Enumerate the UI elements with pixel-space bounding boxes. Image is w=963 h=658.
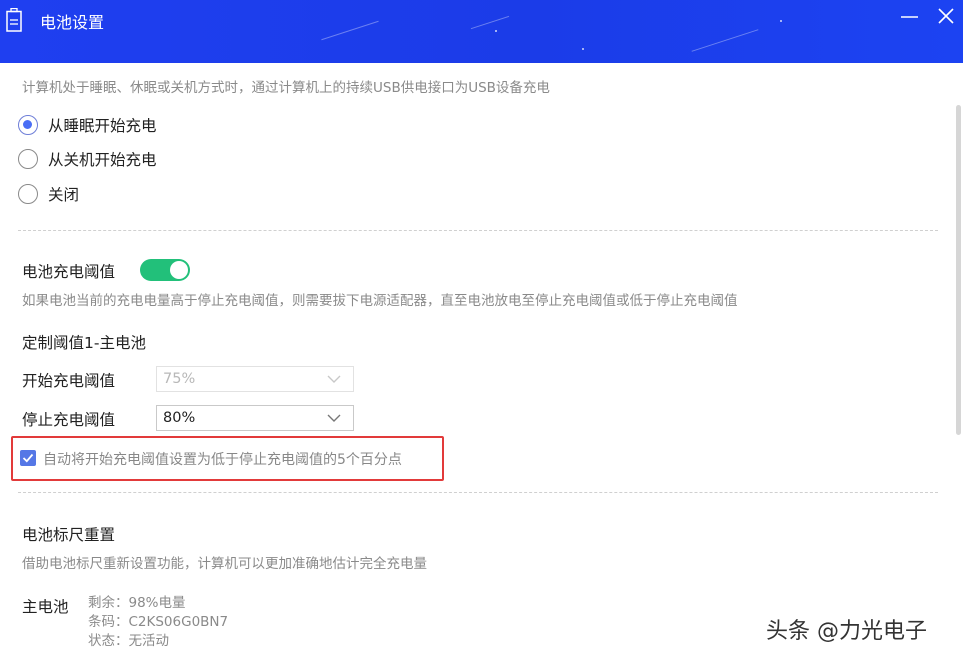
window-title: 电池设置 [40, 13, 105, 32]
radio-label: 从关机开始充电 [48, 151, 157, 169]
battery-remaining: 剩余：98%电量 [88, 595, 186, 611]
radio-charge-from-shutdown[interactable]: 从关机开始充电 [18, 149, 157, 171]
vertical-scrollbar[interactable] [956, 105, 961, 435]
radio-label: 关闭 [48, 186, 80, 204]
checkmark-icon [22, 453, 34, 463]
decor-star [582, 48, 584, 50]
battery-icon [6, 8, 22, 32]
radio-circle [18, 149, 38, 169]
close-icon [938, 8, 954, 24]
chevron-down-icon [327, 414, 341, 422]
decor-streak [691, 29, 759, 52]
title-bar: 电池设置 [0, 0, 963, 63]
custom-threshold-title: 定制阈值1-主电池 [22, 334, 146, 352]
radio-charge-from-sleep[interactable]: 从睡眠开始充电 [18, 115, 157, 137]
stop-threshold-value: 80% [163, 410, 196, 426]
threshold-description: 如果电池当前的充电电量高于停止充电阈值，则需要拔下电源适配器，直至电池放电至停止… [22, 293, 738, 309]
threshold-toggle[interactable] [140, 259, 190, 281]
main-battery-label: 主电池 [22, 598, 69, 616]
decor-streak [321, 20, 379, 41]
section-divider [18, 230, 938, 231]
battery-status: 状态：无活动 [88, 633, 169, 649]
gauge-reset-description: 借助电池标尺重新设置功能，计算机可以更加准确地估计完全充电量 [22, 556, 427, 572]
start-threshold-value: 75% [163, 371, 196, 387]
settings-content: 计算机处于睡眠、休眠或关机方式时，通过计算机上的持续USB供电接口为USB设备充… [0, 63, 963, 658]
minimize-icon [901, 16, 918, 18]
watermark-text: 头条 @力光电子 [766, 619, 927, 644]
minimize-button[interactable] [898, 6, 922, 28]
battery-barcode: 条码：C2KS06G0BN7 [88, 614, 229, 630]
auto-threshold-label: 自动将开始充电阈值设置为低于停止充电阈值的5个百分点 [43, 452, 402, 468]
start-threshold-select[interactable]: 75% [156, 366, 354, 392]
stop-threshold-select[interactable]: 80% [156, 405, 354, 431]
stop-threshold-label: 停止充电阈值 [22, 411, 116, 429]
decor-star [780, 20, 782, 22]
gauge-reset-title: 电池标尺重置 [22, 526, 116, 544]
chevron-down-icon [327, 375, 341, 383]
radio-circle [18, 115, 38, 135]
close-button[interactable] [934, 6, 958, 28]
threshold-title: 电池充电阈值 [22, 263, 116, 281]
radio-off[interactable]: 关闭 [18, 184, 79, 206]
toggle-knob [170, 261, 188, 279]
start-threshold-label: 开始充电阈值 [22, 372, 116, 390]
auto-threshold-checkbox[interactable] [20, 450, 36, 466]
section-divider [18, 492, 938, 493]
usb-charging-description: 计算机处于睡眠、休眠或关机方式时，通过计算机上的持续USB供电接口为USB设备充… [22, 80, 550, 96]
radio-label: 从睡眠开始充电 [48, 117, 157, 135]
decor-streak [470, 15, 510, 30]
radio-circle [18, 184, 38, 204]
decor-star [495, 30, 497, 32]
